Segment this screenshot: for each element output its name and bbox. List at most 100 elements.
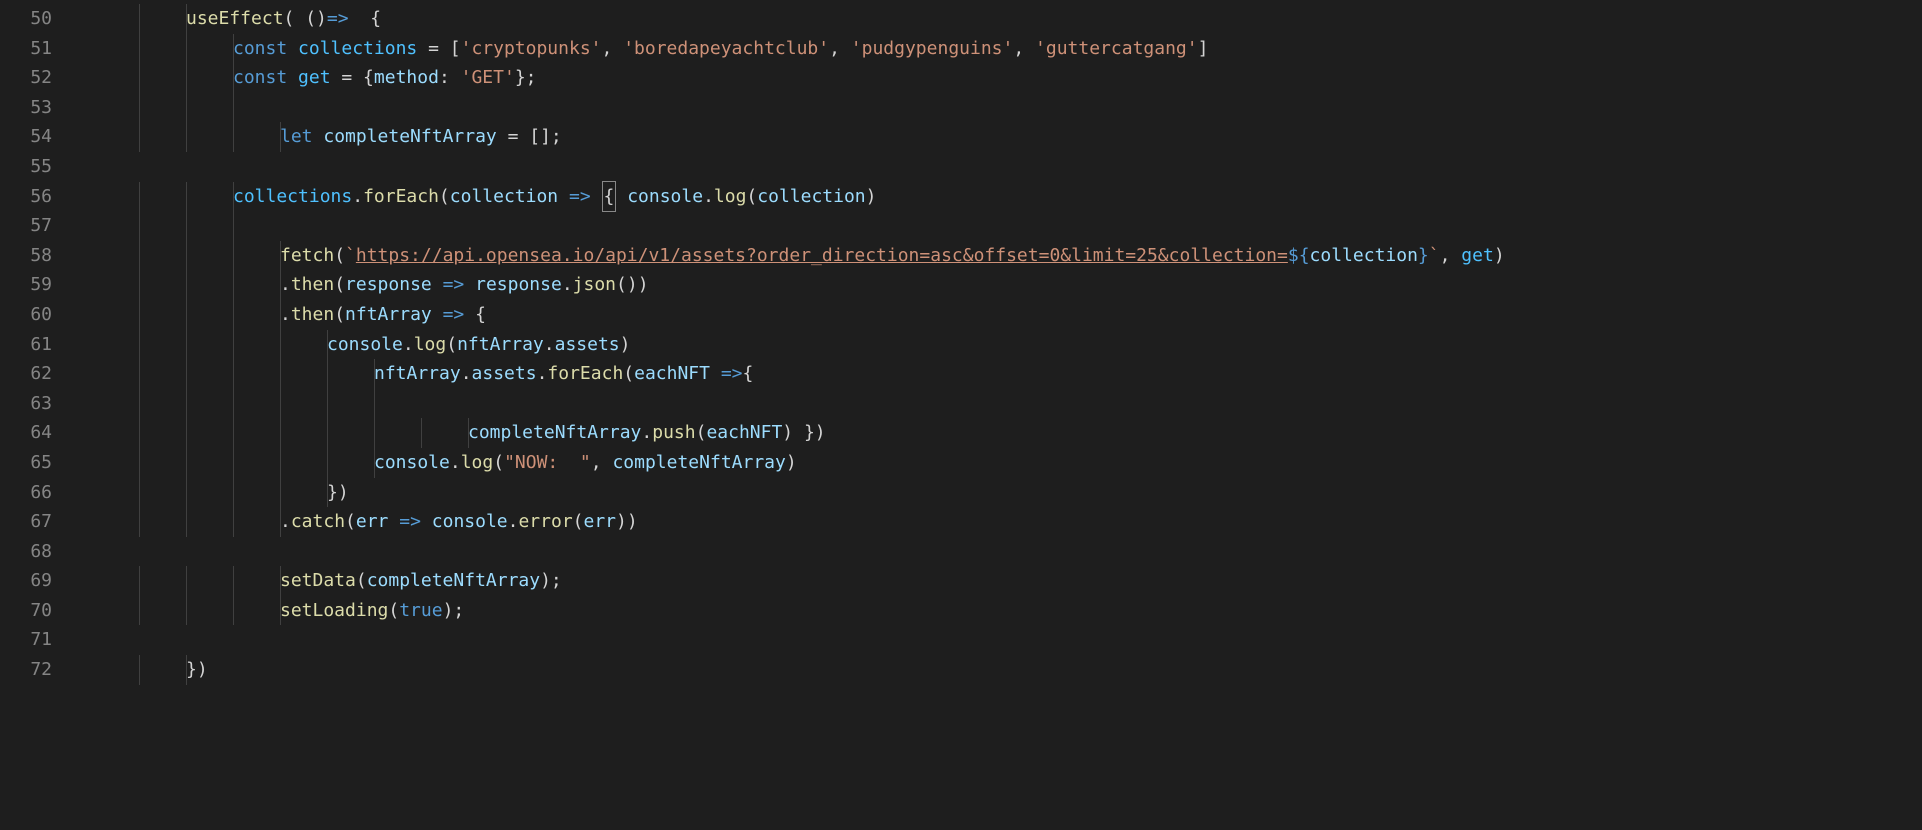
- code-line[interactable]: [92, 93, 1922, 123]
- code-token: };: [515, 67, 537, 88]
- code-token: =>: [443, 304, 465, 325]
- code-token: json: [573, 274, 616, 295]
- indent-guide: [139, 63, 140, 93]
- code-token: (: [439, 186, 450, 207]
- code-line[interactable]: .then(nftArray => {: [92, 300, 1922, 330]
- code-token: );: [443, 600, 465, 621]
- code-line[interactable]: }): [92, 478, 1922, 508]
- indent-guide: [233, 566, 234, 596]
- code-area[interactable]: useEffect( ()=> {const collections = ['c…: [70, 0, 1922, 830]
- indent-guide: [233, 596, 234, 626]
- code-token: (: [334, 274, 345, 295]
- code-line[interactable]: nftArray.assets.forEach(eachNFT =>{: [92, 359, 1922, 389]
- indent-guide: [233, 182, 234, 212]
- line-number: 58: [0, 241, 52, 271]
- code-token: .: [280, 511, 291, 532]
- code-token: https://api.opensea.io/api/v1/assets?ord…: [356, 245, 1288, 266]
- code-token: .: [641, 422, 652, 443]
- indent-guide: [186, 63, 187, 93]
- line-number: 55: [0, 152, 52, 182]
- code-token: =>: [327, 8, 349, 29]
- code-token: .: [461, 363, 472, 384]
- code-token: [388, 511, 399, 532]
- code-token: }: [1418, 245, 1429, 266]
- code-line[interactable]: setLoading(true);: [92, 596, 1922, 626]
- code-token: console: [432, 511, 508, 532]
- indent-guide: [327, 448, 328, 478]
- code-token: assets: [555, 334, 620, 355]
- code-line[interactable]: console.log(nftArray.assets): [92, 330, 1922, 360]
- code-token: :: [439, 67, 461, 88]
- code-line[interactable]: fetch(`https://api.opensea.io/api/v1/ass…: [92, 241, 1922, 271]
- code-token: console: [627, 186, 703, 207]
- code-line[interactable]: completeNftArray.push(eachNFT) }): [92, 418, 1922, 448]
- line-number: 56: [0, 182, 52, 212]
- code-line[interactable]: const collections = ['cryptopunks', 'bor…: [92, 34, 1922, 64]
- indent-guide: [186, 270, 187, 300]
- code-token: err: [584, 511, 617, 532]
- indent-guide: [186, 596, 187, 626]
- code-token: collections: [298, 38, 417, 59]
- code-line[interactable]: }): [92, 655, 1922, 685]
- code-token: (: [746, 186, 757, 207]
- code-line[interactable]: [92, 152, 1922, 182]
- code-line[interactable]: useEffect( ()=> {: [92, 4, 1922, 34]
- indent-guide: [233, 418, 234, 448]
- code-editor[interactable]: 5051525354555657585960616263646566676869…: [0, 0, 1922, 830]
- indent-guide: [327, 359, 328, 389]
- code-token: }): [186, 659, 208, 680]
- code-token: =>: [721, 363, 743, 384]
- code-line[interactable]: collections.forEach(collection => { cons…: [92, 182, 1922, 212]
- indent-guide: [233, 478, 234, 508]
- indent-guide: [233, 359, 234, 389]
- indent-guide: [280, 300, 281, 330]
- code-line[interactable]: setData(completeNftArray);: [92, 566, 1922, 596]
- code-line[interactable]: const get = {method: 'GET'};: [92, 63, 1922, 93]
- indent-guide: [139, 93, 140, 123]
- code-line[interactable]: .catch(err => console.error(err)): [92, 507, 1922, 537]
- code-token: (: [696, 422, 707, 443]
- code-line[interactable]: [92, 625, 1922, 655]
- code-line[interactable]: [92, 537, 1922, 567]
- indent-guide: [233, 300, 234, 330]
- code-line[interactable]: [92, 211, 1922, 241]
- code-token: = [];: [497, 126, 562, 147]
- code-token: = {: [331, 67, 374, 88]
- line-number: 60: [0, 300, 52, 330]
- indent-guide: [139, 270, 140, 300]
- indent-guide: [233, 211, 234, 241]
- code-line[interactable]: [92, 389, 1922, 419]
- code-token: [591, 186, 602, 207]
- code-line[interactable]: console.log("NOW: ", completeNftArray): [92, 448, 1922, 478]
- code-token: push: [652, 422, 695, 443]
- code-token: 'guttercatgang': [1035, 38, 1198, 59]
- indent-guide: [186, 93, 187, 123]
- indent-guide: [233, 241, 234, 271]
- code-line[interactable]: .then(response => response.json()): [92, 270, 1922, 300]
- code-token: ]: [1198, 38, 1209, 59]
- indent-guide: [139, 389, 140, 419]
- indent-guide: [139, 478, 140, 508]
- indent-guide: [186, 655, 187, 685]
- line-number: 54: [0, 122, 52, 152]
- code-token: ): [620, 334, 631, 355]
- line-number: 57: [0, 211, 52, 241]
- code-token: .: [352, 186, 363, 207]
- code-token: collection: [450, 186, 558, 207]
- code-token: collection: [757, 186, 865, 207]
- indent-guide: [186, 241, 187, 271]
- code-token: nftArray: [345, 304, 432, 325]
- code-line[interactable]: let completeNftArray = [];: [92, 122, 1922, 152]
- code-token: setData: [280, 570, 356, 591]
- indent-guide: [186, 359, 187, 389]
- code-token: fetch: [280, 245, 334, 266]
- code-token: completeNftArray: [323, 126, 496, 147]
- code-token: completeNftArray: [367, 570, 540, 591]
- code-token: setLoading: [280, 600, 388, 621]
- code-token: then: [291, 304, 334, 325]
- code-token: `: [345, 245, 356, 266]
- code-token: get: [298, 67, 331, 88]
- indent-guide: [233, 270, 234, 300]
- line-number: 72: [0, 655, 52, 685]
- indent-guide: [280, 566, 281, 596]
